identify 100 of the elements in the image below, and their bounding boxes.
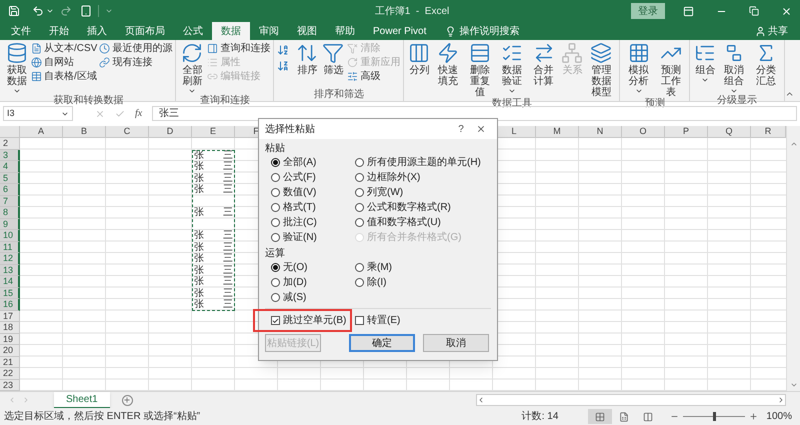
row-header[interactable]: 6 [0, 184, 20, 196]
radio-label[interactable]: 无(O) [283, 260, 308, 275]
radio-button[interactable] [355, 263, 364, 272]
scroll-left-icon[interactable] [477, 396, 485, 404]
checkbox[interactable]: 跳过空单元(B) [253, 309, 352, 332]
radio-button[interactable] [355, 218, 364, 227]
row-header[interactable]: 11 [0, 242, 20, 253]
radio-label[interactable]: 批注(C) [283, 215, 317, 230]
radio-button[interactable] [355, 158, 364, 167]
row-header[interactable]: 16 [0, 299, 20, 310]
checkbox[interactable]: 转置(E) [355, 313, 400, 328]
ribbon-tab[interactable]: 开始 [40, 22, 78, 40]
ribbon-button[interactable]: 排序 [295, 42, 320, 76]
ribbon-button[interactable]: 数据验证 [496, 42, 527, 95]
ribbon-button[interactable]: 获取数据 [5, 42, 29, 95]
sheet-tab[interactable]: Sheet1 [54, 392, 110, 408]
ribbon-button[interactable]: 取消组合 [719, 42, 750, 95]
radio-button[interactable] [355, 278, 364, 287]
row-header[interactable]: 22 [0, 368, 20, 380]
radio-button[interactable] [355, 203, 364, 212]
row-header[interactable]: 15 [0, 288, 20, 299]
row-header[interactable]: 19 [0, 334, 20, 345]
radio-label[interactable]: 除(I) [367, 275, 386, 290]
ribbon-button[interactable]: 删除重复值 [465, 42, 495, 98]
row-header[interactable]: 8 [0, 207, 20, 218]
radio-button[interactable] [271, 188, 280, 197]
column-header[interactable]: Q [708, 126, 751, 137]
ribbon-tab[interactable]: 审阅 [250, 22, 288, 40]
radio-button[interactable] [271, 203, 280, 212]
ribbon-tab[interactable]: 文件 [2, 22, 40, 40]
column-header[interactable]: P [665, 126, 708, 137]
ribbon-button[interactable]: 预测工作表 [656, 42, 686, 98]
ribbon-button[interactable]: 分列 [407, 42, 432, 76]
column-header[interactable]: C [106, 126, 149, 137]
radio-button[interactable] [355, 188, 364, 197]
horizontal-scrollbar[interactable] [476, 394, 786, 406]
name-box[interactable]: I3 [3, 106, 73, 121]
radio-label[interactable]: 边框除外(X) [367, 170, 420, 185]
radio-label[interactable]: 公式(F) [283, 170, 316, 185]
row-header[interactable]: 21 [0, 356, 20, 368]
view-button[interactable] [588, 409, 612, 424]
row-header[interactable]: 5 [0, 172, 20, 184]
dialog-button[interactable]: 取消 [423, 334, 489, 352]
touch-mode-icon[interactable] [80, 5, 92, 17]
radio-button[interactable] [271, 293, 280, 302]
row-header[interactable]: 12 [0, 253, 20, 264]
ribbon-button[interactable]: 现有连接 [99, 56, 172, 69]
ribbon-button[interactable]: 高级 [347, 70, 400, 83]
radio-label[interactable]: 所有使用源主题的单元(H) [367, 155, 481, 170]
row-header[interactable]: 2 [0, 138, 20, 150]
radio-button[interactable] [271, 158, 280, 167]
row-header[interactable]: 4 [0, 161, 20, 172]
ribbon-button[interactable]: 全部刷新 [179, 42, 206, 95]
ribbon-tab[interactable]: 插入 [78, 22, 116, 40]
ribbon-button[interactable]: 查询和连接 [207, 42, 270, 55]
radio-button[interactable] [271, 278, 280, 287]
ribbon-button[interactable]: 最近使用的源 [99, 42, 172, 55]
scroll-right-icon[interactable] [777, 396, 785, 404]
row-header[interactable]: 14 [0, 276, 20, 288]
column-header[interactable]: N [579, 126, 622, 137]
radio-label[interactable]: 列宽(W) [367, 185, 404, 200]
scroll-down-icon[interactable] [790, 381, 798, 389]
ribbon-button[interactable]: 从文本/CSV [31, 42, 98, 55]
radio-label[interactable]: 全部(A) [283, 155, 316, 170]
ribbon-tab[interactable]: Power Pivot [364, 22, 436, 40]
radio-button[interactable] [271, 218, 280, 227]
insert-function-button[interactable]: fx [135, 106, 142, 121]
column-header[interactable]: B [63, 126, 106, 137]
column-header[interactable]: D [149, 126, 192, 137]
radio-label[interactable]: 公式和数字格式(R) [367, 200, 451, 215]
undo-icon[interactable] [32, 5, 44, 17]
tell-me-search[interactable]: 操作说明搜索 [459, 24, 520, 38]
row-header[interactable]: 17 [0, 310, 20, 322]
ribbon-tab[interactable]: 公式 [174, 22, 212, 40]
save-icon[interactable] [8, 5, 20, 17]
column-header[interactable]: M [536, 126, 579, 137]
close-icon[interactable] [781, 6, 792, 16]
zoom-level[interactable]: 100% [766, 409, 792, 424]
radio-label[interactable]: 乘(M) [367, 260, 392, 275]
column-header[interactable]: E [192, 126, 235, 137]
ribbon-button[interactable]: 快速填充 [433, 42, 464, 87]
scroll-up-icon[interactable] [790, 140, 798, 148]
radio-label[interactable]: 加(D) [283, 275, 307, 290]
sort-descending-button[interactable] [277, 60, 290, 72]
radio-button[interactable] [271, 263, 280, 272]
row-header[interactable]: 9 [0, 218, 20, 230]
dialog-button[interactable]: 确定 [349, 334, 415, 352]
radio-label[interactable]: 值和数字格式(U) [367, 215, 441, 230]
vertical-scrollbar[interactable] [786, 126, 800, 391]
ribbon-button[interactable]: 模拟分析 [623, 42, 654, 95]
row-header[interactable]: 20 [0, 345, 20, 356]
zoom-slider[interactable] [683, 412, 746, 421]
ribbon-button[interactable]: 分类汇总 [751, 42, 781, 87]
sort-ascending-button[interactable] [277, 44, 290, 56]
row-header[interactable]: 18 [0, 322, 20, 334]
radio-label[interactable]: 验证(N) [283, 230, 317, 245]
row-header[interactable]: 7 [0, 196, 20, 207]
row-header[interactable]: 3 [0, 150, 20, 161]
column-header[interactable]: O [622, 126, 665, 137]
radio-label[interactable]: 减(S) [283, 290, 306, 305]
